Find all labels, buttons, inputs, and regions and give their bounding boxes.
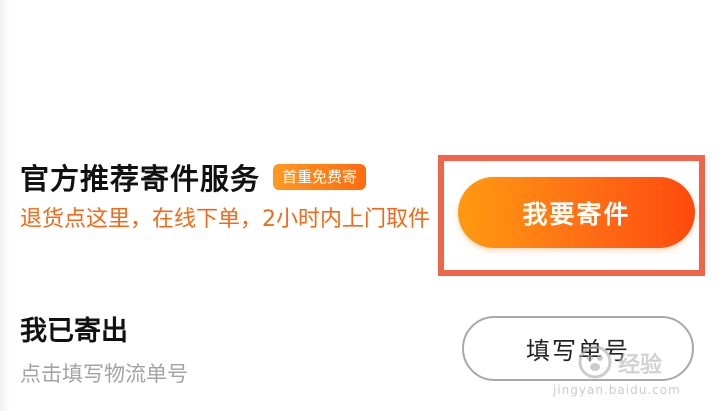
already-sent-title: 我已寄出	[20, 316, 128, 347]
baidu-jingyan-watermark: 经验 jingyan.baidu.com	[553, 343, 718, 405]
watermark-url: jingyan.baidu.com	[553, 383, 681, 397]
already-sent-description: 点击填写物流单号	[20, 362, 188, 386]
send-package-button[interactable]: 我要寄件	[458, 177, 695, 248]
watermark-brand: 经验	[618, 353, 663, 378]
return-shipping-card: 官方推荐寄件服务 首重免费寄 退货点这里，在线下单，2小时内上门取件 我要寄件 …	[0, 0, 726, 411]
free-shipping-badge: 首重免费寄	[273, 164, 367, 190]
baidu-paw-logo-icon	[578, 345, 612, 379]
official-service-title: 官方推荐寄件服务	[20, 162, 261, 196]
official-service-description: 退货点这里，在线下单，2小时内上门取件	[20, 207, 430, 232]
left-edge-shadow	[0, 0, 10, 411]
